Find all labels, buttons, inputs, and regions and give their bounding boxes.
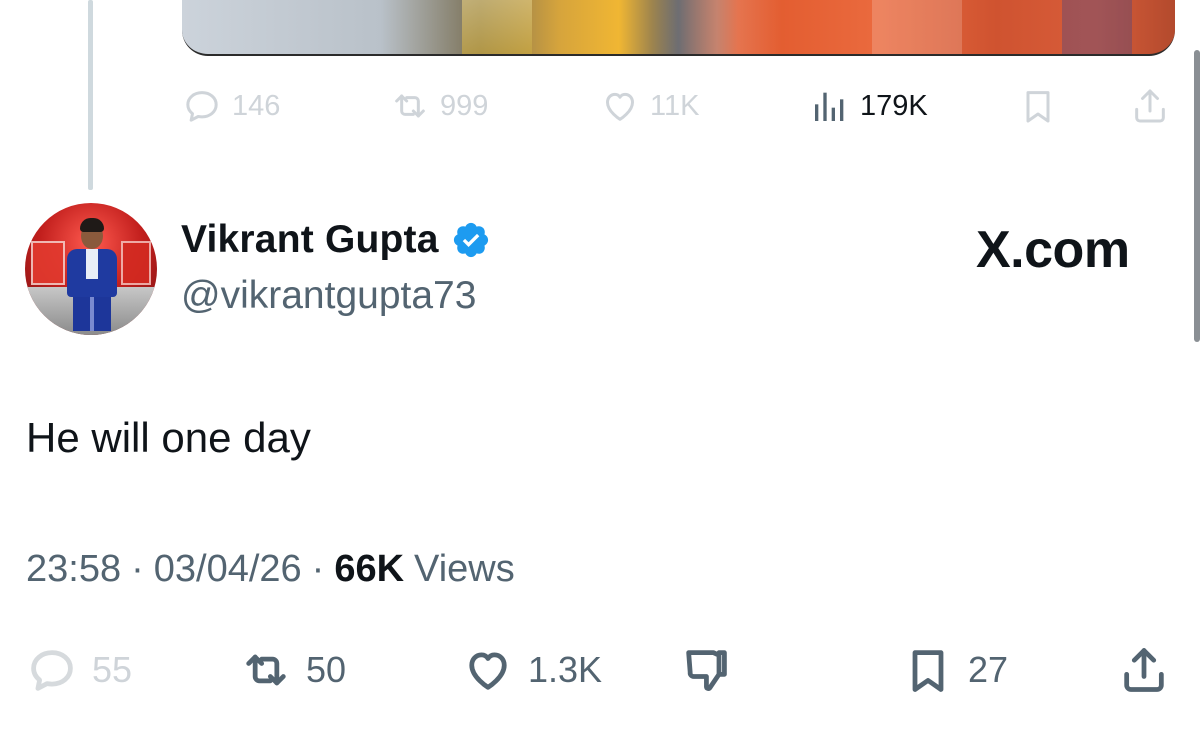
meta-separator: · [311,548,325,590]
parent-like-button[interactable]: 11K [600,84,699,128]
avatar-detail [121,241,151,285]
x-com-brand-text: X.com [976,221,1130,279]
media-detail [652,0,782,54]
repost-icon [246,654,286,686]
tweet-view-count: 66K [334,548,405,590]
parent-repost-count: 999 [440,89,489,122]
like-count: 1.3K [528,649,603,690]
bookmark-icon [1026,91,1050,123]
avatar-detail [73,295,111,331]
repost-icon [395,94,425,118]
parent-reply-button[interactable]: 146 [182,84,280,128]
author-display-name[interactable]: Vikrant Gupta [181,218,439,262]
avatar-detail [31,241,65,285]
parent-reply-count: 146 [232,89,281,122]
repost-button[interactable]: 50 [240,640,346,700]
tweet-meta: 23:58 · 03/04/26 · 66K Views [26,548,515,591]
bookmark-count: 27 [968,649,1009,690]
repost-count: 50 [306,649,347,690]
tweet-date[interactable]: 03/04/26 [154,548,302,591]
author-name-row: Vikrant Gupta [181,214,491,266]
parent-views-button[interactable]: 179K [810,84,928,128]
author-handle[interactable]: @vikrantgupta73 [181,274,476,318]
thumbs-down-icon [686,650,727,691]
parent-bookmark-button[interactable] [1018,84,1058,128]
scrollbar[interactable] [1194,50,1200,342]
reply-button[interactable]: 55 [26,640,132,700]
reply-count: 55 [92,649,133,690]
parent-repost-button[interactable]: 999 [390,84,488,128]
reply-icon [186,91,218,122]
media-detail [872,0,962,54]
heart-icon [606,92,634,121]
parent-like-count: 11K [650,89,700,122]
tweet-views-label: Views [414,548,515,590]
parent-share-button[interactable] [1130,84,1170,128]
bar-chart-icon [815,92,844,121]
parent-view-count: 179K [860,89,928,122]
bookmark-button[interactable]: 27 [902,640,1008,700]
meta-separator: · [131,548,144,590]
parent-tweet-media[interactable] [182,0,1175,56]
dislike-button[interactable] [680,640,732,700]
media-detail [462,0,532,54]
tweet-text: He will one day [26,414,311,461]
parent-tweet-action-bar: 146 999 11K 179K [182,84,1172,128]
share-icon [1135,89,1165,123]
x-com-logo: X.com [976,220,1130,280]
thread-connector-line [88,0,93,190]
verified-badge-icon [453,222,488,258]
share-icon [1124,648,1164,692]
heart-icon [469,652,507,690]
media-detail [1062,0,1132,54]
tweet-action-bar: 55 50 1.3K 27 [0,640,1200,700]
avatar[interactable] [25,203,157,335]
avatar-detail [80,218,104,232]
reply-icon [31,650,73,691]
like-button[interactable]: 1.3K [462,640,602,700]
bookmark-icon [912,650,944,692]
avatar-detail [86,249,98,279]
share-button[interactable] [1118,640,1170,700]
tweet-time[interactable]: 23:58 [26,548,121,591]
